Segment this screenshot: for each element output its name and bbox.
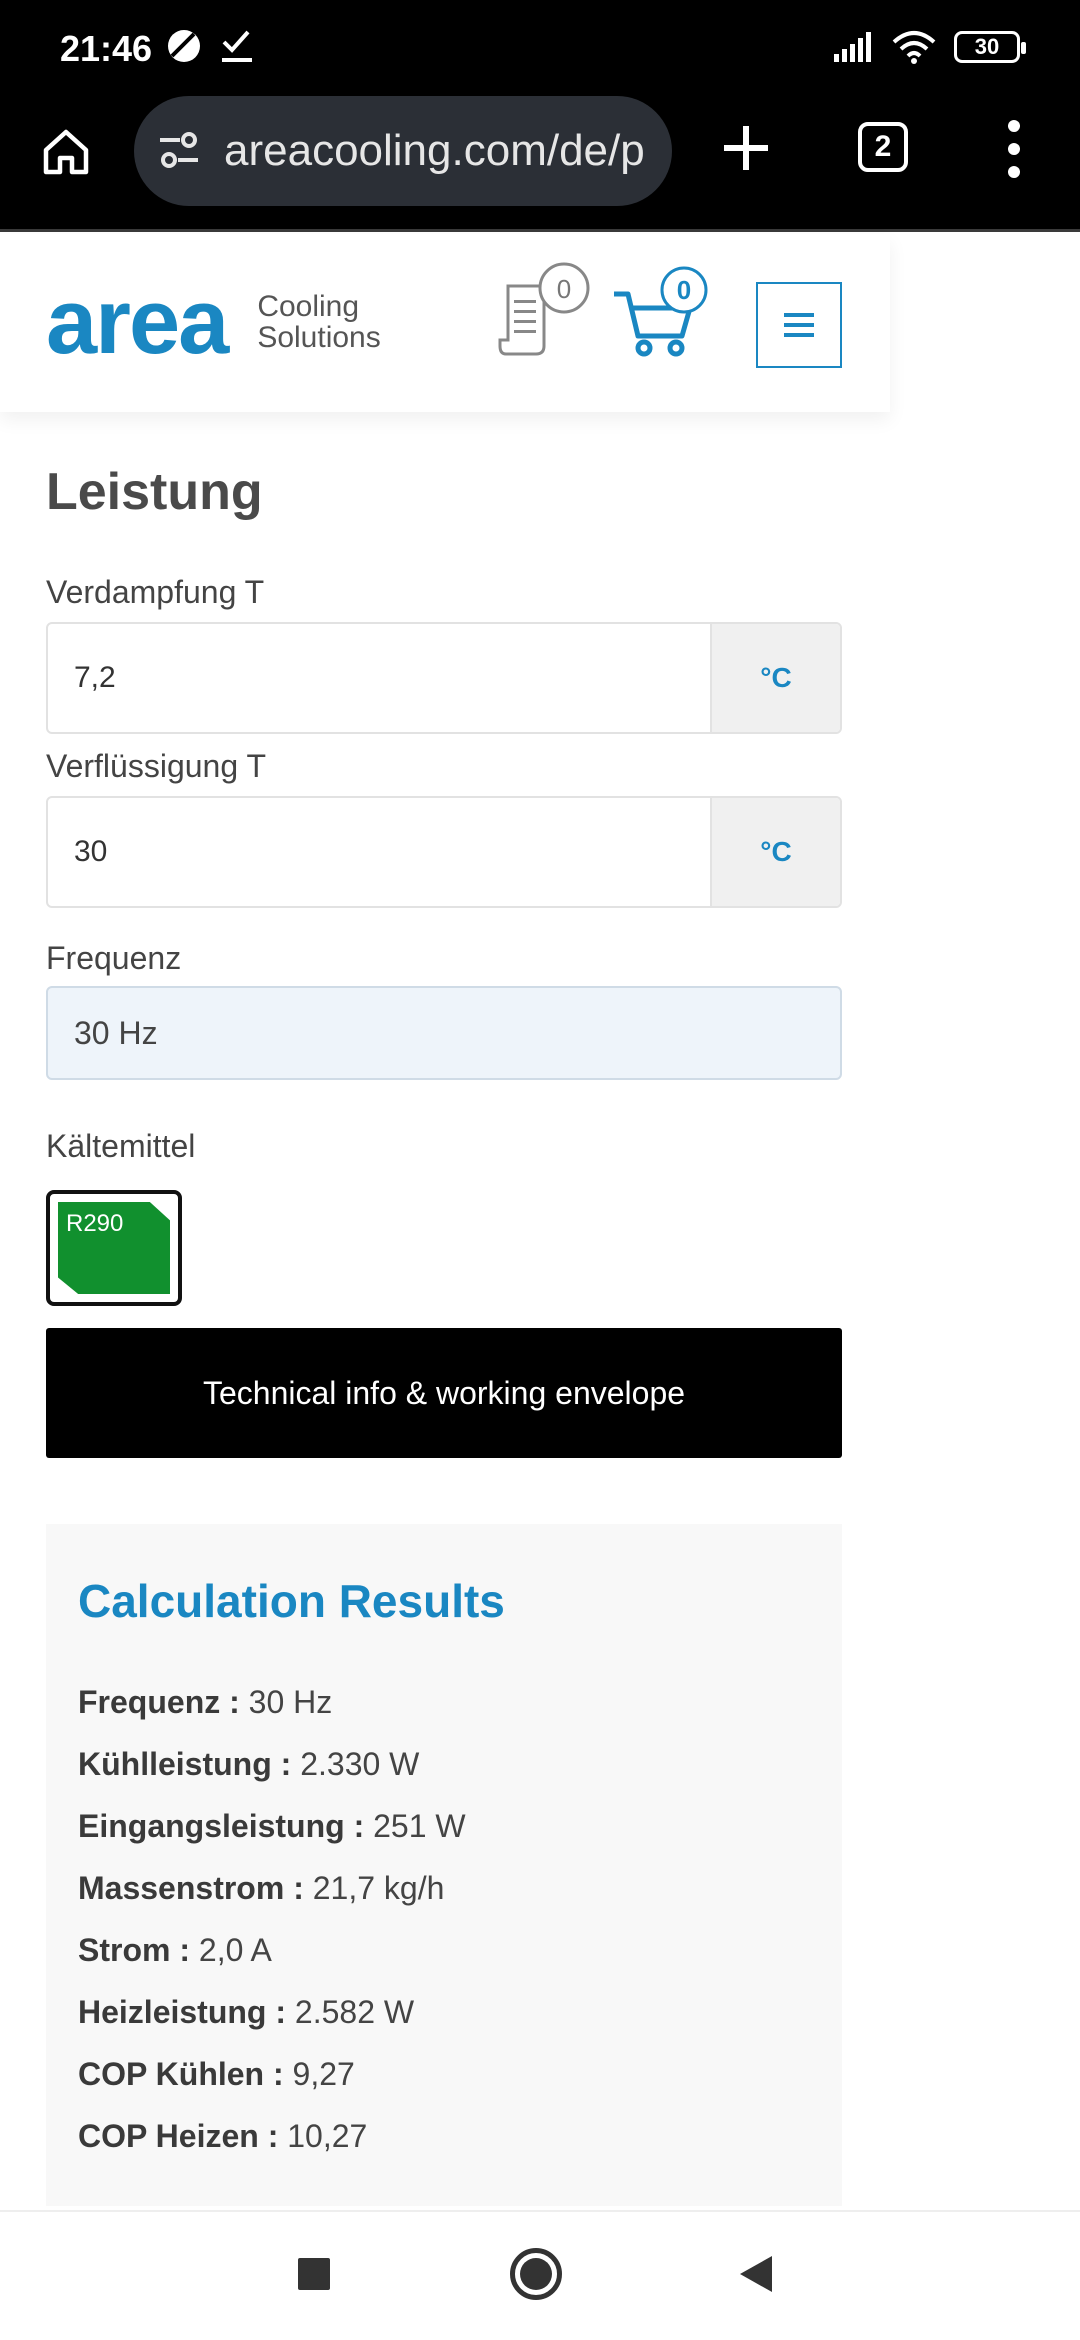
- status-time: 21:46: [60, 28, 153, 69]
- calculation-results-panel: Calculation Results Frequenz : 30 Hz Küh…: [46, 1524, 842, 2206]
- system-navigation-bar: [0, 2210, 1080, 2340]
- hamburger-menu-button[interactable]: [756, 282, 842, 368]
- home-nav-icon[interactable]: [510, 2248, 562, 2300]
- result-row: Eingangsleistung : 251 W: [78, 1808, 466, 1844]
- refrigerant-name: R290: [66, 1210, 124, 1237]
- result-row: Frequenz : 30 Hz: [78, 1684, 333, 1720]
- signal-icon: [834, 32, 871, 62]
- condensation-field[interactable]: 30 °C: [46, 796, 842, 908]
- refrigerant-label: Kältemittel: [46, 1128, 196, 1164]
- status-notification-icons: [166, 28, 254, 64]
- data-saver-icon: [168, 30, 200, 62]
- result-row: Kühlleistung : 2.330 W: [78, 1746, 420, 1782]
- address-bar[interactable]: areacooling.com/de/p: [134, 96, 672, 206]
- evaporation-field[interactable]: 7,2 °C: [46, 622, 842, 734]
- recents-icon[interactable]: [298, 2258, 330, 2290]
- quote-list-icon[interactable]: 0: [496, 260, 596, 360]
- tab-switcher-button[interactable]: 2: [858, 122, 908, 172]
- site-settings-icon[interactable]: [156, 128, 202, 174]
- svg-text:0: 0: [557, 274, 571, 304]
- frequency-label: Frequenz: [46, 940, 182, 976]
- technical-info-button[interactable]: Technical info & working envelope: [46, 1328, 842, 1458]
- logo-word: area: [46, 271, 229, 373]
- svg-text:0: 0: [677, 275, 691, 305]
- evaporation-input[interactable]: 7,2: [48, 624, 710, 732]
- cart-icon[interactable]: 0: [610, 264, 720, 360]
- frequency-select[interactable]: 30 Hz: [46, 986, 842, 1080]
- refrigerant-option-r290[interactable]: R290: [46, 1190, 182, 1306]
- battery-icon: 30: [954, 31, 1026, 63]
- status-system-icons: 30: [834, 30, 1026, 64]
- site-header: area Cooling Solutions 0 0: [0, 234, 890, 412]
- new-tab-icon[interactable]: [720, 122, 772, 174]
- wifi-icon: [892, 31, 936, 64]
- area-logo[interactable]: area Cooling Solutions: [46, 276, 381, 368]
- result-row: Massenstrom : 21,7 kg/h: [78, 1870, 445, 1906]
- condensation-label: Verflüssigung T: [46, 748, 266, 784]
- condensation-unit: °C: [710, 798, 840, 906]
- more-menu-icon[interactable]: [1002, 120, 1026, 178]
- url-text[interactable]: areacooling.com/de/p: [224, 126, 654, 176]
- result-row: Strom : 2,0 A: [78, 1932, 272, 1968]
- refrigerant-swatch: R290: [58, 1202, 170, 1294]
- logo-subtitle: Cooling Solutions: [257, 289, 381, 354]
- condensation-input[interactable]: 30: [48, 798, 710, 906]
- section-title: Leistung: [46, 463, 263, 521]
- evaporation-label: Verdampfung T: [46, 574, 265, 610]
- evaporation-unit: °C: [710, 624, 840, 732]
- browser-toolbar: areacooling.com/de/p 2: [0, 96, 1080, 232]
- home-icon[interactable]: [40, 126, 92, 178]
- result-row: COP Kühlen : 9,27: [78, 2056, 355, 2092]
- result-row: Heizleistung : 2.582 W: [78, 1994, 415, 2030]
- results-title: Calculation Results: [78, 1575, 505, 1627]
- result-row: COP Heizen : 10,27: [78, 2118, 368, 2154]
- status-bar: 21:46 30: [0, 0, 1080, 96]
- back-icon[interactable]: [740, 2256, 772, 2292]
- task-done-icon: [222, 30, 252, 62]
